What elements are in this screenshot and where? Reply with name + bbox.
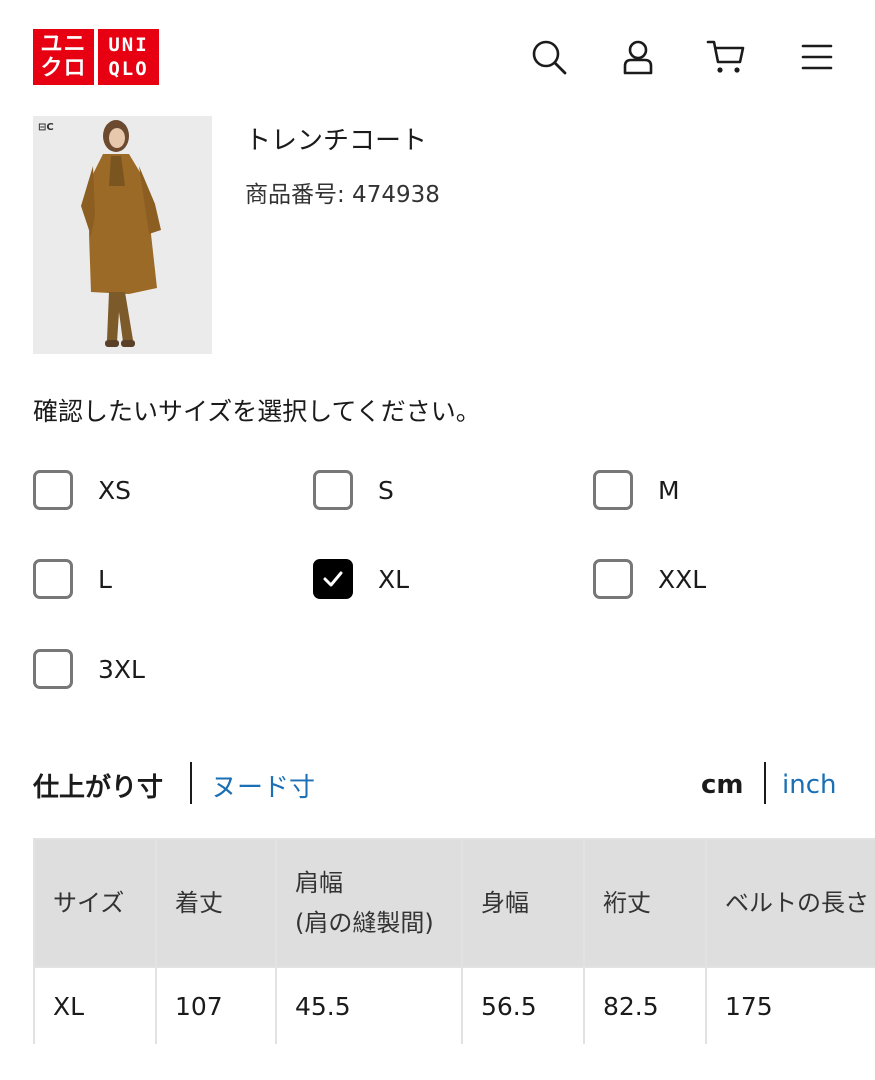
size-label: M: [658, 475, 680, 505]
cell-chest: 56.5: [461, 966, 585, 1044]
size-instruction: 確認したいサイズを選択してください。: [33, 397, 481, 426]
size-option-xxl[interactable]: XXL: [593, 557, 706, 601]
size-label: XL: [378, 564, 410, 594]
size-option-s[interactable]: S: [313, 468, 394, 512]
product-number: 商品番号: 474938: [245, 182, 440, 208]
size-label: XXL: [658, 564, 707, 594]
checkmark-icon: [323, 571, 343, 587]
product-image[interactable]: ⊟C: [33, 116, 212, 354]
table-header-row: サイズ 着丈 肩幅 (肩の縫製間) 身幅 裄丈 ベルトの長さ: [33, 838, 875, 968]
unit-divider: [764, 762, 766, 804]
logo-line-4: QLO: [108, 58, 149, 80]
size-table: サイズ 着丈 肩幅 (肩の縫製間) 身幅 裄丈 ベルトの長さ XL 107 45…: [33, 838, 875, 1044]
size-label: XS: [98, 475, 131, 505]
uniqlo-logo[interactable]: ユニ クロ UNI QLO: [33, 29, 159, 85]
size-label: S: [378, 475, 394, 505]
size-option-l[interactable]: L: [33, 557, 112, 601]
account-icon[interactable]: [618, 37, 658, 77]
size-option-3xl[interactable]: 3XL: [33, 647, 145, 691]
search-icon[interactable]: [529, 37, 569, 77]
header-shoulder: 肩幅 (肩の縫製間): [275, 838, 463, 968]
unit-cm[interactable]: cm: [701, 770, 744, 800]
logo-line-3: UNI: [108, 34, 149, 56]
checkbox[interactable]: [593, 559, 633, 599]
checkbox-checked[interactable]: [313, 559, 353, 599]
model-figure: [33, 116, 212, 354]
header-shoulder-line1: 肩幅: [295, 869, 343, 897]
checkbox[interactable]: [313, 470, 353, 510]
tab-nude-size[interactable]: ヌード寸: [211, 767, 315, 804]
logo-line-2: クロ: [40, 56, 87, 81]
size-option-xl[interactable]: XL: [313, 557, 409, 601]
app-header: ユニ クロ UNI QLO: [0, 0, 875, 115]
cell-shoulder: 45.5: [275, 966, 463, 1044]
checkbox[interactable]: [33, 470, 73, 510]
header-size: サイズ: [33, 838, 157, 968]
size-label: 3XL: [98, 654, 145, 684]
unit-inch[interactable]: inch: [782, 770, 836, 800]
header-chest: 身幅: [461, 838, 585, 968]
header-sleeve: 裄丈: [583, 838, 707, 968]
header-shoulder-line2: (肩の縫製間): [295, 909, 434, 937]
checkbox[interactable]: [33, 559, 73, 599]
size-label: L: [98, 564, 112, 594]
checkbox[interactable]: [593, 470, 633, 510]
header-length: 着丈: [155, 838, 277, 968]
menu-icon[interactable]: [797, 37, 837, 77]
cell-sleeve: 82.5: [583, 966, 707, 1044]
table-row: XL 107 45.5 56.5 82.5 175: [33, 966, 875, 1044]
cart-icon[interactable]: [706, 37, 746, 77]
cell-length: 107: [155, 966, 277, 1044]
tab-divider: [190, 762, 192, 804]
measurement-tabs: 仕上がり寸 ヌード寸 cm inch: [33, 762, 843, 808]
product-name: トレンチコート: [245, 126, 428, 156]
product-badge: ⊟C: [38, 122, 54, 133]
checkbox[interactable]: [33, 649, 73, 689]
header-belt-length: ベルトの長さ: [705, 838, 875, 968]
logo-line-1: ユニ: [40, 32, 87, 57]
size-option-m[interactable]: M: [593, 468, 680, 512]
cell-belt-length: 175: [705, 966, 875, 1044]
logo-block-ja: ユニ クロ: [33, 29, 94, 85]
cell-size: XL: [33, 966, 157, 1044]
tab-finished-size[interactable]: 仕上がり寸: [33, 767, 163, 804]
size-option-xs[interactable]: XS: [33, 468, 131, 512]
logo-block-en: UNI QLO: [98, 29, 159, 85]
